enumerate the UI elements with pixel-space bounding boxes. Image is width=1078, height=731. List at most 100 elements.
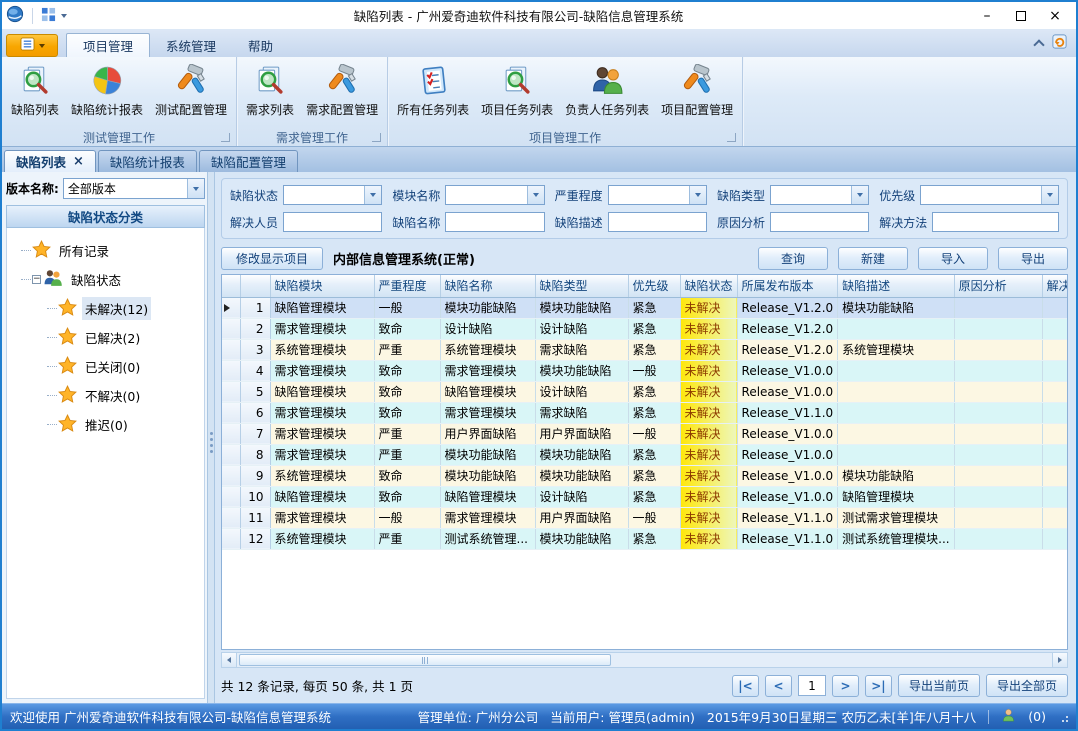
ribbon-collapse-icon[interactable] [1033,39,1044,50]
ribbon-button-缺陷列表[interactable]: 缺陷列表 [5,58,65,128]
table-row[interactable]: 6需求管理模块致命需求管理模块需求缺陷紧急未解决Release_V1.1.0 [222,402,1068,423]
scroll-left-icon[interactable] [222,653,237,667]
doc-tab-缺陷配置管理[interactable]: 缺陷配置管理 [199,150,298,172]
tree-item-缺陷状态[interactable]: −缺陷状态 [13,265,204,294]
ribbon-tab-项目管理[interactable]: 项目管理 [66,33,150,57]
table-row[interactable]: 12系统管理模块严重测试系统管理...模块功能缺陷紧急未解决Release_V1… [222,528,1068,549]
ribbon-button-需求列表[interactable]: 需求列表 [240,58,300,128]
next-page-button[interactable]: > [832,675,859,697]
doc-tab-缺陷列表[interactable]: 缺陷列表× [4,150,96,172]
tree-item-所有记录[interactable]: 所有记录 [13,236,204,265]
ribbon-button-需求配置管理[interactable]: 需求配置管理 [300,58,384,128]
column-header-缺陷类型[interactable]: 缺陷类型 [535,275,628,297]
scroll-right-icon[interactable] [1052,653,1067,667]
filter-input-缺陷名称[interactable] [445,212,544,232]
application-menu-button[interactable] [6,34,58,57]
modify-display-items-button[interactable]: 修改显示项目 [221,247,323,270]
column-header-缺陷描述[interactable]: 缺陷描述 [838,275,954,297]
column-header-缺陷名称[interactable]: 缺陷名称 [440,275,535,297]
chevron-down-icon[interactable] [364,186,381,204]
filter-input-原因分析[interactable] [770,212,869,232]
dialog-launcher-icon[interactable] [221,133,230,142]
export-current-page-button[interactable]: 导出当前页 [898,674,980,697]
ribbon-button-项目配置管理[interactable]: 项目配置管理 [655,58,739,128]
table-row[interactable]: 10缺陷管理模块致命缺陷管理模块设计缺陷紧急未解决Release_V1.0.0缺… [222,486,1068,507]
cell-缺陷描述: 测试系统管理模块... [838,528,954,549]
horizontal-scrollbar[interactable] [221,652,1068,668]
ribbon-button-测试配置管理[interactable]: 测试配置管理 [149,58,233,128]
column-header-所属发布版本[interactable]: 所属发布版本 [737,275,838,297]
close-tab-icon[interactable]: × [73,155,84,168]
table-row[interactable]: 4需求管理模块致命需求管理模块模块功能缺陷一般未解决Release_V1.0.0 [222,360,1068,381]
collapse-toggle-icon[interactable]: − [32,275,41,284]
export-all-pages-button[interactable]: 导出全部页 [986,674,1068,697]
filter-select-缺陷类型[interactable] [770,185,869,205]
toolbar-button-导出[interactable]: 导出 [998,247,1068,270]
column-header-缺陷模块[interactable]: 缺陷模块 [270,275,374,297]
sidebar-splitter[interactable] [207,172,215,703]
table-row[interactable]: 5缺陷管理模块致命缺陷管理模块设计缺陷紧急未解决Release_V1.0.0 [222,381,1068,402]
chevron-down-icon[interactable] [1041,186,1058,204]
cell-优先级: 紧急 [628,339,680,360]
cell-所属发布版本: Release_V1.0.0 [737,465,838,486]
filter-select-优先级[interactable] [920,185,1059,205]
table-row[interactable]: 11需求管理模块一般需求管理模块用户界面缺陷一般未解决Release_V1.1.… [222,507,1068,528]
chevron-down-icon[interactable] [689,186,706,204]
column-header-缺陷状态[interactable]: 缺陷状态 [680,275,737,297]
chevron-down-icon[interactable] [187,179,204,198]
version-select[interactable]: 全部版本 [63,178,205,199]
filter-select-严重程度[interactable] [608,185,707,205]
tree-item-已解决(2)[interactable]: 已解决(2) [13,323,204,352]
ribbon-button-缺陷统计报表[interactable]: 缺陷统计报表 [65,58,149,128]
ribbon-button-负责人任务列表[interactable]: 负责人任务列表 [559,58,655,128]
table-row[interactable]: 1缺陷管理模块一般模块功能缺陷模块功能缺陷紧急未解决Release_V1.2.0… [222,297,1068,318]
chevron-down-icon[interactable] [527,186,544,204]
ribbon-button-所有任务列表[interactable]: 所有任务列表 [391,58,475,128]
ribbon-button-label: 需求列表 [246,101,294,118]
toolbar-button-导入[interactable]: 导入 [918,247,988,270]
filter-select-缺陷状态[interactable] [283,185,382,205]
table-row[interactable]: 8需求管理模块严重模块功能缺陷模块功能缺陷紧急未解决Release_V1.0.0 [222,444,1068,465]
ribbon-tab-帮助[interactable]: 帮助 [232,33,289,57]
table-row[interactable]: 9系统管理模块致命模块功能缺陷模块功能缺陷紧急未解决Release_V1.0.0… [222,465,1068,486]
tree-item-不解决(0)[interactable]: 不解决(0) [13,381,204,410]
doc-tab-缺陷统计报表[interactable]: 缺陷统计报表 [98,150,197,172]
toolbar-button-查询[interactable]: 查询 [758,247,828,270]
filter-input-缺陷描述[interactable] [608,212,707,232]
minimize-button[interactable]: – [970,5,1004,27]
scrollbar-thumb[interactable] [239,654,611,666]
ribbon-tab-系统管理[interactable]: 系统管理 [150,33,232,57]
column-header-解决方法[interactable]: 解决方法 [1042,275,1068,297]
close-button[interactable]: × [1038,5,1072,27]
filter-input-解决方法[interactable] [932,212,1059,232]
page-number-input[interactable] [798,675,826,696]
first-page-button[interactable]: |< [732,675,759,697]
last-page-button[interactable]: >| [865,675,892,697]
table-row[interactable]: 3系统管理模块严重系统管理模块需求缺陷紧急未解决Release_V1.2.0系统… [222,339,1068,360]
column-header-优先级[interactable]: 优先级 [628,275,680,297]
filter-select-模块名称[interactable] [445,185,544,205]
column-header-严重程度[interactable]: 严重程度 [374,275,440,297]
ribbon-button-label: 需求配置管理 [306,101,378,118]
ribbon-button-项目任务列表[interactable]: 项目任务列表 [475,58,559,128]
tree-item-已关闭(0)[interactable]: 已关闭(0) [13,352,204,381]
doc-search-icon [254,61,287,99]
tree-item-推迟(0)[interactable]: 推迟(0) [13,410,204,439]
resize-grip-icon[interactable] [1058,712,1068,722]
filter-input-解决人员[interactable] [283,212,382,232]
doc-search-icon [19,61,52,99]
defect-table[interactable]: 缺陷模块严重程度缺陷名称缺陷类型优先级缺陷状态所属发布版本缺陷描述原因分析解决方… [222,275,1068,550]
tree-item-未解决(12)[interactable]: 未解决(12) [13,294,204,323]
chevron-down-icon[interactable] [851,186,868,204]
column-header-原因分析[interactable]: 原因分析 [954,275,1042,297]
table-row[interactable]: 2需求管理模块致命设计缺陷设计缺陷紧急未解决Release_V1.2.0 [222,318,1068,339]
maximize-button[interactable] [1004,5,1038,27]
dialog-launcher-icon[interactable] [727,133,736,142]
dialog-launcher-icon[interactable] [372,133,381,142]
welcome-text: 欢迎使用 广州爱奇迪软件科技有限公司-缺陷信息管理系统 [10,707,406,726]
help-icon[interactable] [1051,33,1068,53]
toolbar-button-新建[interactable]: 新建 [838,247,908,270]
prev-page-button[interactable]: < [765,675,792,697]
table-row[interactable]: 7需求管理模块严重用户界面缺陷用户界面缺陷一般未解决Release_V1.0.0 [222,423,1068,444]
quick-access-layout-icon[interactable] [41,7,56,25]
